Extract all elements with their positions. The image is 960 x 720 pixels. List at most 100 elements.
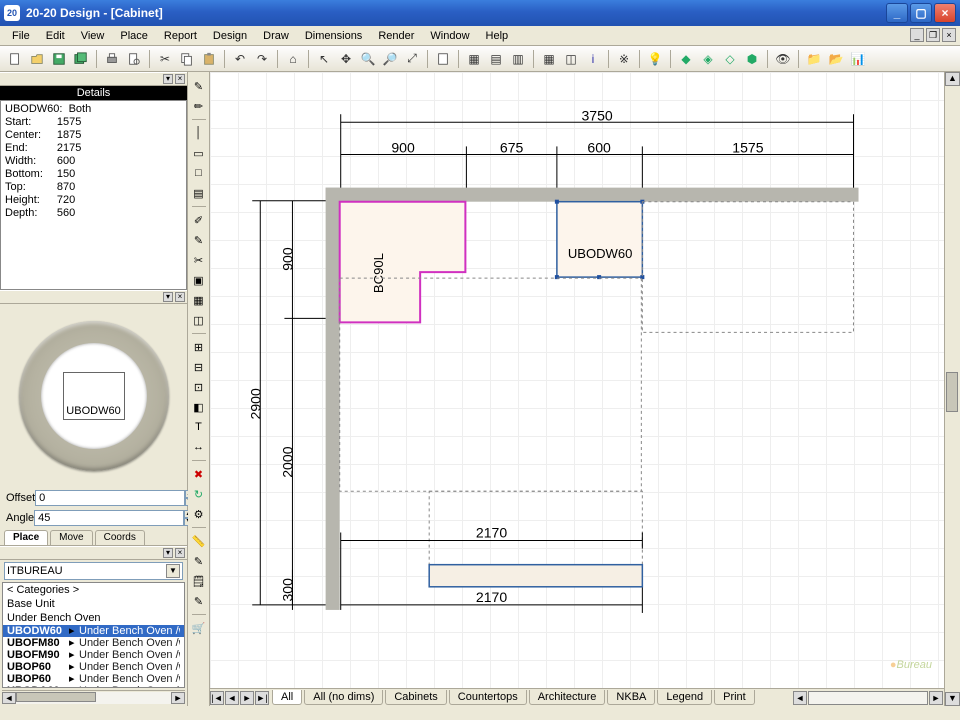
mdi-restore-button[interactable]: ❐ — [926, 28, 940, 42]
render3-button[interactable]: ◇ — [720, 49, 740, 69]
render2-button[interactable]: ◈ — [698, 49, 718, 69]
page-button[interactable] — [433, 49, 453, 69]
placement-wheel[interactable]: UBODW60 — [0, 304, 187, 488]
print-preview-button[interactable] — [124, 49, 144, 69]
zoom-in-button[interactable]: 🔍 — [358, 49, 378, 69]
layout3-button[interactable]: ▥ — [508, 49, 528, 69]
wall-icon[interactable]: ▭ — [190, 144, 208, 162]
layout1-button[interactable]: ▦ — [464, 49, 484, 69]
hscroll-left-button[interactable]: ◄ — [793, 691, 807, 705]
text-tool-icon[interactable]: T — [190, 418, 208, 436]
note-icon[interactable]: 🗒 — [190, 572, 208, 590]
maximize-button[interactable]: ▢ — [910, 3, 932, 23]
hatch-icon[interactable]: ▤ — [190, 184, 208, 202]
ruler-icon[interactable]: 📏 — [190, 532, 208, 550]
btab-countertops[interactable]: Countertops — [449, 690, 527, 705]
tab-move[interactable]: Move — [50, 530, 92, 545]
select-button[interactable]: ↖ — [314, 49, 334, 69]
scroll-left-icon[interactable]: ◄ — [2, 692, 16, 704]
btab-print[interactable]: Print — [714, 690, 755, 705]
scroll-thumb[interactable] — [16, 692, 96, 702]
menu-view[interactable]: View — [73, 28, 113, 44]
menu-window[interactable]: Window — [422, 28, 477, 44]
catalog-item[interactable]: UBOFM90▸Under Bench Oven /w Fram — [3, 649, 184, 661]
chart-button[interactable]: 📊 — [848, 49, 868, 69]
catalog-item[interactable]: UBODW60▸Under Bench Oven /w Draw — [3, 625, 184, 637]
cart-icon[interactable]: 🛒 — [190, 619, 208, 637]
paste-button[interactable] — [199, 49, 219, 69]
offset-input[interactable] — [35, 490, 185, 506]
tool-b-icon[interactable]: ✎ — [190, 231, 208, 249]
catalog-list[interactable]: < Categories > Base Unit Under Bench Ove… — [2, 582, 185, 688]
sheet-last-button[interactable]: ►| — [255, 691, 269, 705]
vscroll-thumb[interactable] — [946, 372, 958, 412]
cabinet-bc90l[interactable] — [340, 202, 466, 323]
door-tool-icon[interactable]: ⊟ — [190, 358, 208, 376]
refresh-icon[interactable]: ↻ — [190, 485, 208, 503]
btab-architecture[interactable]: Architecture — [529, 690, 606, 705]
zoom-out-button[interactable]: 🔎 — [380, 49, 400, 69]
catalog-hscroll[interactable]: ◄ ► — [2, 690, 185, 704]
catalog-item[interactable]: UBOP60▸Under Bench Oven /w Pane — [3, 661, 184, 673]
panel-close-icon[interactable]: × — [175, 74, 185, 84]
mdi-minimize-button[interactable]: _ — [910, 28, 924, 42]
close-button[interactable]: × — [934, 3, 956, 23]
info-button[interactable]: i — [583, 49, 603, 69]
hscroll-track[interactable] — [808, 691, 928, 705]
scroll-right-icon[interactable]: ► — [171, 692, 185, 704]
menu-dimensions[interactable]: Dimensions — [297, 28, 370, 44]
btab-nkba[interactable]: NKBA — [607, 690, 655, 705]
tool-f-icon[interactable]: ◫ — [190, 311, 208, 329]
menu-render[interactable]: Render — [370, 28, 422, 44]
zoom-window-button[interactable]: ⤢ — [402, 49, 422, 69]
scroll-up-icon[interactable]: ▲ — [945, 72, 960, 86]
pencil-icon[interactable]: ✎ — [190, 77, 208, 95]
window-tool-icon[interactable]: ⊞ — [190, 338, 208, 356]
save-button[interactable] — [49, 49, 69, 69]
cut-button[interactable]: ✂ — [155, 49, 175, 69]
menu-report[interactable]: Report — [156, 28, 205, 44]
pen-icon[interactable]: ✏ — [190, 97, 208, 115]
rect-icon[interactable]: □ — [190, 164, 208, 182]
pin-icon[interactable]: ▾ — [163, 74, 173, 84]
catalog-categories[interactable]: < Categories > — [3, 583, 184, 597]
panel-close-icon[interactable]: × — [175, 548, 185, 558]
save-all-button[interactable] — [71, 49, 91, 69]
menu-draw[interactable]: Draw — [255, 28, 297, 44]
line-icon[interactable]: │ — [190, 124, 208, 142]
eye-button[interactable]: 👁 — [773, 49, 793, 69]
menu-place[interactable]: Place — [112, 28, 156, 44]
tool-d-icon[interactable]: ▣ — [190, 271, 208, 289]
layout2-button[interactable]: ▤ — [486, 49, 506, 69]
hscroll-right-button[interactable]: ► — [929, 691, 943, 705]
catalog-combo[interactable]: ITBUREAU ▼ — [4, 562, 183, 580]
chevron-down-icon[interactable]: ▼ — [166, 564, 180, 578]
undo-button[interactable]: ↶ — [230, 49, 250, 69]
bulb-button[interactable]: 💡 — [645, 49, 665, 69]
copy-button[interactable] — [177, 49, 197, 69]
menu-design[interactable]: Design — [205, 28, 255, 44]
tool-e-icon[interactable]: ▦ — [190, 291, 208, 309]
mdi-close-button[interactable]: × — [942, 28, 956, 42]
misc-tool-icon[interactable]: ◧ — [190, 398, 208, 416]
tool-c-icon[interactable]: ✂ — [190, 251, 208, 269]
menu-file[interactable]: File — [4, 28, 38, 44]
measure-icon[interactable]: ✎ — [190, 552, 208, 570]
canvas-vscroll[interactable]: ▲ ▼ — [944, 72, 960, 706]
cabinet-ubodw60[interactable] — [557, 202, 642, 277]
pin-icon[interactable]: ▾ — [163, 292, 173, 302]
render4-button[interactable]: ⬢ — [742, 49, 762, 69]
panel-close-icon[interactable]: × — [175, 292, 185, 302]
open-button[interactable] — [27, 49, 47, 69]
btab-allnodims[interactable]: All (no dims) — [304, 690, 383, 705]
home-button[interactable]: ⌂ — [283, 49, 303, 69]
sheet-next-button[interactable]: ► — [240, 691, 254, 705]
sheet-first-button[interactable]: |◄ — [210, 691, 224, 705]
delete-icon[interactable]: ✖ — [190, 465, 208, 483]
pan-button[interactable]: ✥ — [336, 49, 356, 69]
scroll-down-icon[interactable]: ▼ — [945, 692, 960, 706]
grid-button[interactable]: ▦ — [539, 49, 559, 69]
render1-button[interactable]: ◆ — [676, 49, 696, 69]
catalog-oven-group[interactable]: Under Bench Oven — [3, 611, 184, 625]
catalog-item[interactable]: UBOFM80▸Under Bench Oven /w Fram — [3, 637, 184, 649]
